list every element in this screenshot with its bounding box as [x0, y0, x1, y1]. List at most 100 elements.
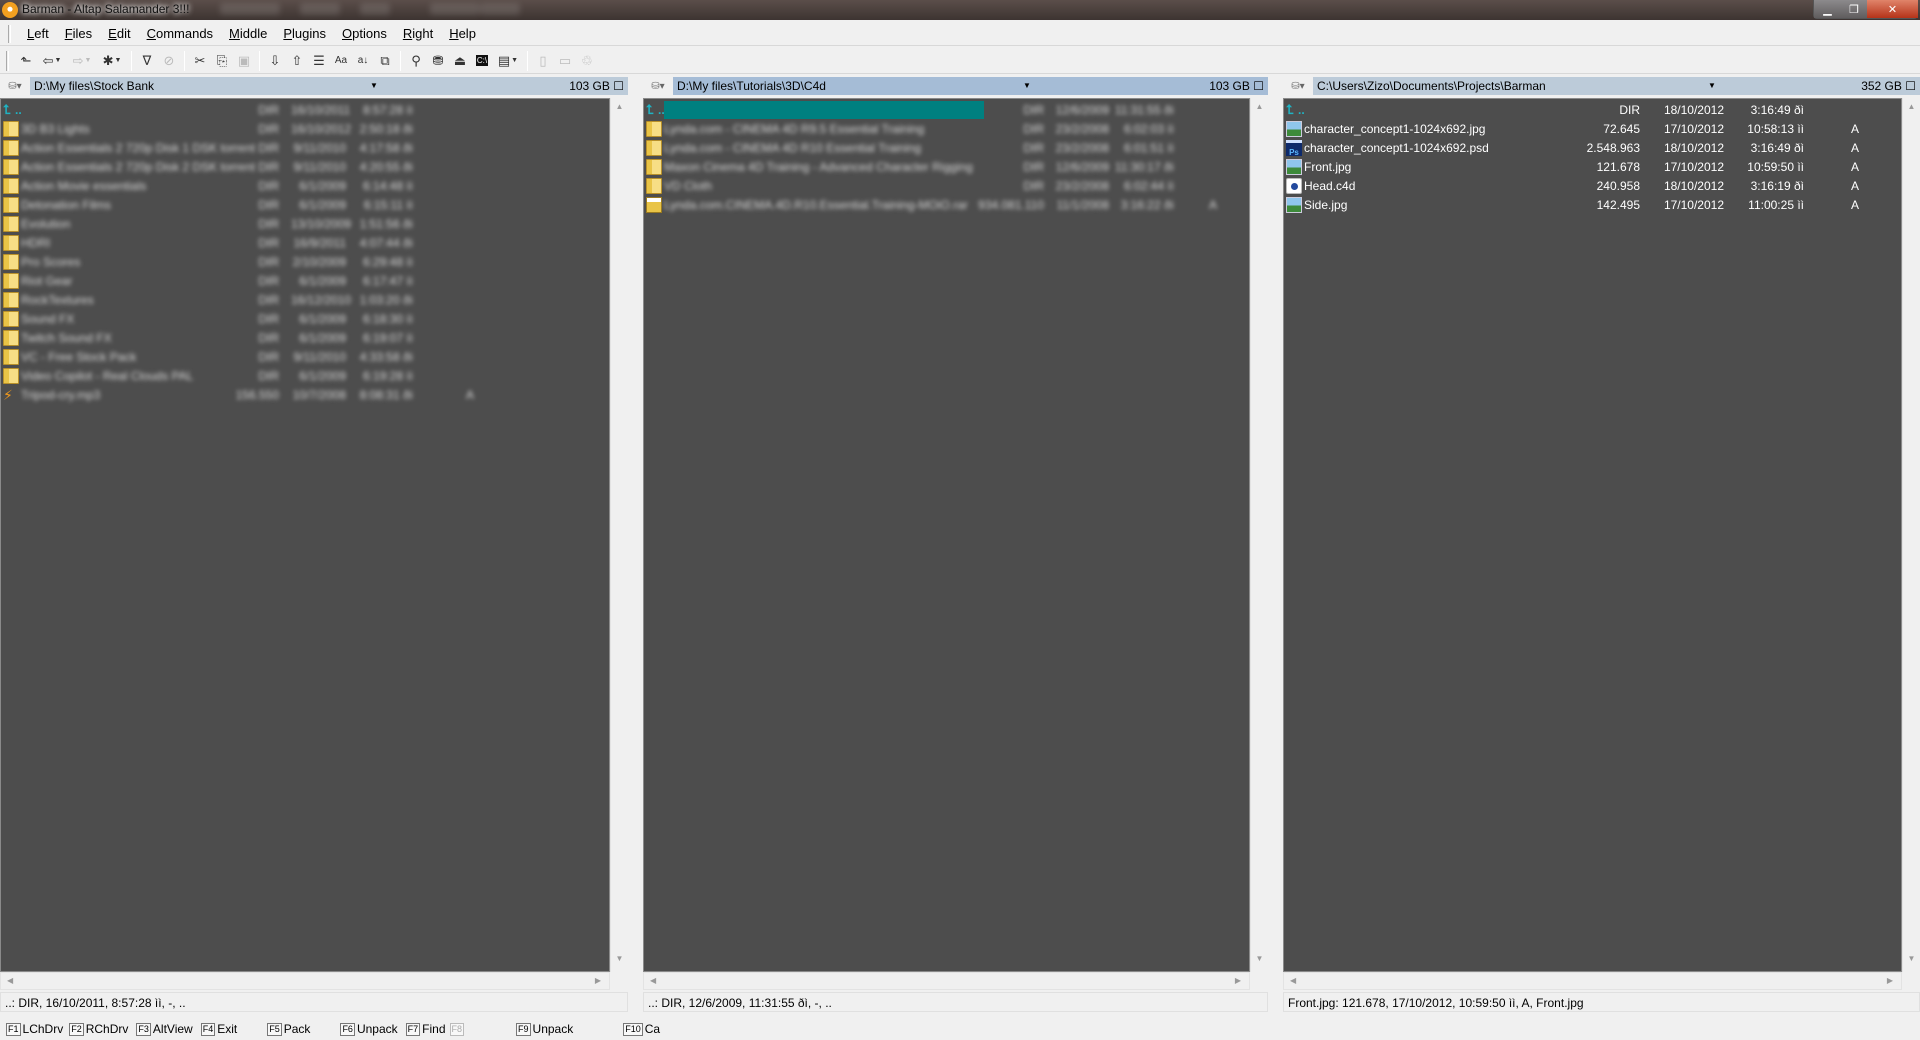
fkey-f3[interactable]: F3 AltView	[136, 1022, 193, 1036]
dropdown-arrow-icon[interactable]: ▼	[84, 57, 91, 64]
history-dropdown-icon[interactable]: ▼	[1023, 81, 1031, 90]
file-row[interactable]: Evolution DIR 13/10/2009 1:51:56 ðì	[1, 215, 609, 234]
forward-button[interactable]: ⇨ ▼	[67, 50, 97, 72]
open-folder-button[interactable]: ▯	[532, 50, 554, 72]
file-row[interactable]: Action Movie essentials DIR 6/1/2009 6:14:4…	[1, 177, 609, 196]
file-row[interactable]: Front.jpg 121.678 17/10/2012 10:59:50 ìì A	[1284, 158, 1901, 177]
file-list[interactable]: ⮤.. DIR 18/10/2012 3:16:49 ðì character_conc…	[1283, 98, 1902, 972]
command-prompt-button[interactable]: C:\	[471, 50, 493, 72]
dropdown-arrow-icon[interactable]: ▼	[511, 57, 518, 64]
fkey-f6[interactable]: F6 Unpack	[340, 1022, 398, 1036]
file-row[interactable]: Pro Scores DIR 2/10/2009 6:29:48 ìì	[1, 253, 609, 272]
vertical-scrollbar[interactable]: ▲ ▼	[1902, 98, 1920, 972]
menu-plugins[interactable]: Plugins	[275, 26, 334, 41]
fkey-f1[interactable]: F1 LChDrv	[6, 1022, 63, 1036]
file-row[interactable]: Lynda.com - CINEMA 4D R9.5 Essential Tra…	[644, 120, 1249, 139]
horizontal-scrollbar[interactable]: ◀ ▶	[0, 972, 610, 990]
file-row[interactable]: Lynda.com.CINEMA.4D.R10.Essential.Traini…	[644, 196, 1249, 215]
path-bar[interactable]: D:\My files\Stock Bank ▼ 103 GB ☐	[30, 77, 628, 95]
menu-grip[interactable]	[8, 24, 11, 43]
sort-button[interactable]: a↓	[352, 50, 374, 72]
scroll-up-icon[interactable]: ▲	[1903, 102, 1920, 118]
vertical-scrollbar[interactable]: ▲ ▼	[610, 98, 628, 972]
find-button[interactable]: ⚲	[405, 50, 427, 72]
file-row[interactable]: Head.c4d 240.958 18/10/2012 3:16:19 ðì A	[1284, 177, 1901, 196]
parent-directory-row[interactable]: ⮤.. DIR 18/10/2012 3:16:49 ðì	[1284, 101, 1901, 120]
scroll-down-icon[interactable]: ▼	[611, 954, 628, 970]
restore-button[interactable]: ❐	[1841, 0, 1867, 18]
file-row[interactable]: Ps character_concept1-1024x692.psd 2.548.9…	[1284, 139, 1901, 158]
file-row[interactable]: RockTextures DIR 16/12/2010 1:03:20 ðì	[1, 291, 609, 310]
scroll-down-icon[interactable]: ▼	[1903, 954, 1920, 970]
file-row[interactable]: ⚡ Tripod-cry.mp3 156.550 10/7/2008 8:08:31 ð…	[1, 386, 609, 405]
scroll-left-icon[interactable]: ◀	[650, 976, 656, 985]
zoom-panel-icon[interactable]: ☐	[1253, 79, 1264, 93]
fkey-f2[interactable]: F2 RChDrv	[69, 1022, 128, 1036]
scroll-left-icon[interactable]: ◀	[1290, 976, 1296, 985]
dropdown-arrow-icon[interactable]: ▼	[114, 57, 121, 64]
drive-selector[interactable]: ⛁▾	[0, 77, 30, 95]
scroll-left-icon[interactable]: ◀	[7, 976, 13, 985]
fkey-f4[interactable]: F4 Exit	[200, 1022, 237, 1036]
menu-middle[interactable]: Middle	[221, 26, 275, 41]
minimize-button[interactable]: ▁	[1814, 0, 1841, 18]
dropdown-arrow-icon[interactable]: ▼	[54, 57, 61, 64]
paste-button[interactable]: ▣	[233, 50, 255, 72]
fkey-f9[interactable]: F9 Unpack	[516, 1022, 573, 1036]
clear-filter-button[interactable]: ⊘	[158, 50, 180, 72]
menu-options[interactable]: Options	[334, 26, 395, 41]
map-network-drive-button[interactable]: ⛃	[427, 50, 449, 72]
fkey-f7[interactable]: F7 Find	[405, 1022, 446, 1036]
disconnect-drive-button[interactable]: ⏏	[449, 50, 471, 72]
drive-selector[interactable]: ⛁▾	[643, 77, 673, 95]
file-list[interactable]: ⮤.. DIR 12/6/2009 11:31:55 ðì Lynda.com - CI…	[643, 98, 1250, 972]
scroll-down-icon[interactable]: ▼	[1251, 954, 1268, 970]
file-list[interactable]: ⮤.. DIR 16/10/2011 8:57:28 ìì 3D B3 Lights DI…	[0, 98, 610, 972]
file-row[interactable]: Action Essentials 2 720p Disk 2 DSK torr…	[1, 158, 609, 177]
file-row[interactable]: Riot Gear DIR 6/1/2009 6:17:47 ìì	[1, 272, 609, 291]
horizontal-scrollbar[interactable]: ◀ ▶	[1283, 972, 1902, 990]
menu-edit[interactable]: Edit	[100, 26, 138, 41]
scroll-up-icon[interactable]: ▲	[611, 102, 628, 118]
file-row[interactable]: Action Essentials 2 720p Disk 1 DSK torr…	[1, 139, 609, 158]
fkey-f5[interactable]: F5 Pack	[267, 1022, 310, 1036]
history-dropdown-icon[interactable]: ▼	[370, 81, 378, 90]
copy-button[interactable]: ⎘	[211, 50, 233, 72]
path-bar[interactable]: D:\My files\Tutorials\3D\C4d ▼ 103 GB ☐	[673, 77, 1268, 95]
horizontal-scrollbar[interactable]: ◀ ▶	[643, 972, 1250, 990]
cut-button[interactable]: ✂	[189, 50, 211, 72]
file-row[interactable]: HDRI DIR 16/9/2011 4:07:44 ðì	[1, 234, 609, 253]
scroll-up-icon[interactable]: ▲	[1251, 102, 1268, 118]
zoom-panel-icon[interactable]: ☐	[1905, 79, 1916, 93]
zoom-panel-icon[interactable]: ☐	[613, 79, 624, 93]
path-bar[interactable]: C:\Users\Zizo\Documents\Projects\Barman …	[1313, 77, 1920, 95]
pack-button[interactable]: ⇩	[264, 50, 286, 72]
file-row[interactable]: Sound FX DIR 6/1/2009 6:18:30 ìì	[1, 310, 609, 329]
file-row[interactable]: Video Copilot - Real Clouds PAL DIR 6/1/20…	[1, 367, 609, 386]
filter-button[interactable]: ∇	[136, 50, 158, 72]
file-row[interactable]: Maxon Cinema 4D Training - Advanced Char…	[644, 158, 1249, 177]
file-row[interactable]: VD Cloth DIR 23/2/2008 6:02:44 ìì	[644, 177, 1249, 196]
scroll-right-icon[interactable]: ▶	[1887, 976, 1893, 985]
vertical-scrollbar[interactable]: ▲ ▼	[1250, 98, 1268, 972]
scroll-right-icon[interactable]: ▶	[1235, 976, 1241, 985]
file-row[interactable]: character_concept1-1024x692.jpg 72.645 17/…	[1284, 120, 1901, 139]
menu-left[interactable]: Left	[19, 26, 57, 41]
history-dropdown-icon[interactable]: ▼	[1708, 81, 1716, 90]
file-row[interactable]: Lynda.com - CINEMA 4D R10 Essential Trai…	[644, 139, 1249, 158]
parent-directory-row[interactable]: ⮤.. DIR 12/6/2009 11:31:55 ðì	[644, 101, 1249, 120]
recycle-bin-button[interactable]: ♲	[576, 50, 598, 72]
compare-button[interactable]: ⧉	[374, 50, 396, 72]
back-button[interactable]: ⇦ ▼	[37, 50, 67, 72]
parent-directory-row[interactable]: ⮤.. DIR 16/10/2011 8:57:28 ìì	[1, 101, 609, 120]
file-row[interactable]: Twitch Sound FX DIR 6/1/2009 6:19:07 ìì	[1, 329, 609, 348]
change-case-button[interactable]: Aa	[330, 50, 352, 72]
file-row[interactable]: Detonation Films DIR 6/1/2009 6:15:11 ìì	[1, 196, 609, 215]
fkey-f10[interactable]: F10 Ca	[623, 1022, 660, 1036]
view-mode-button[interactable]: ▤ ▼	[493, 50, 523, 72]
file-row[interactable]: Side.jpg 142.495 17/10/2012 11:00:25 ìì A	[1284, 196, 1901, 215]
menu-help[interactable]: Help	[441, 26, 484, 41]
menu-right[interactable]: Right	[395, 26, 441, 41]
parent-directory-button[interactable]: ⬑	[15, 50, 37, 72]
connect-network-button[interactable]: ▭	[554, 50, 576, 72]
